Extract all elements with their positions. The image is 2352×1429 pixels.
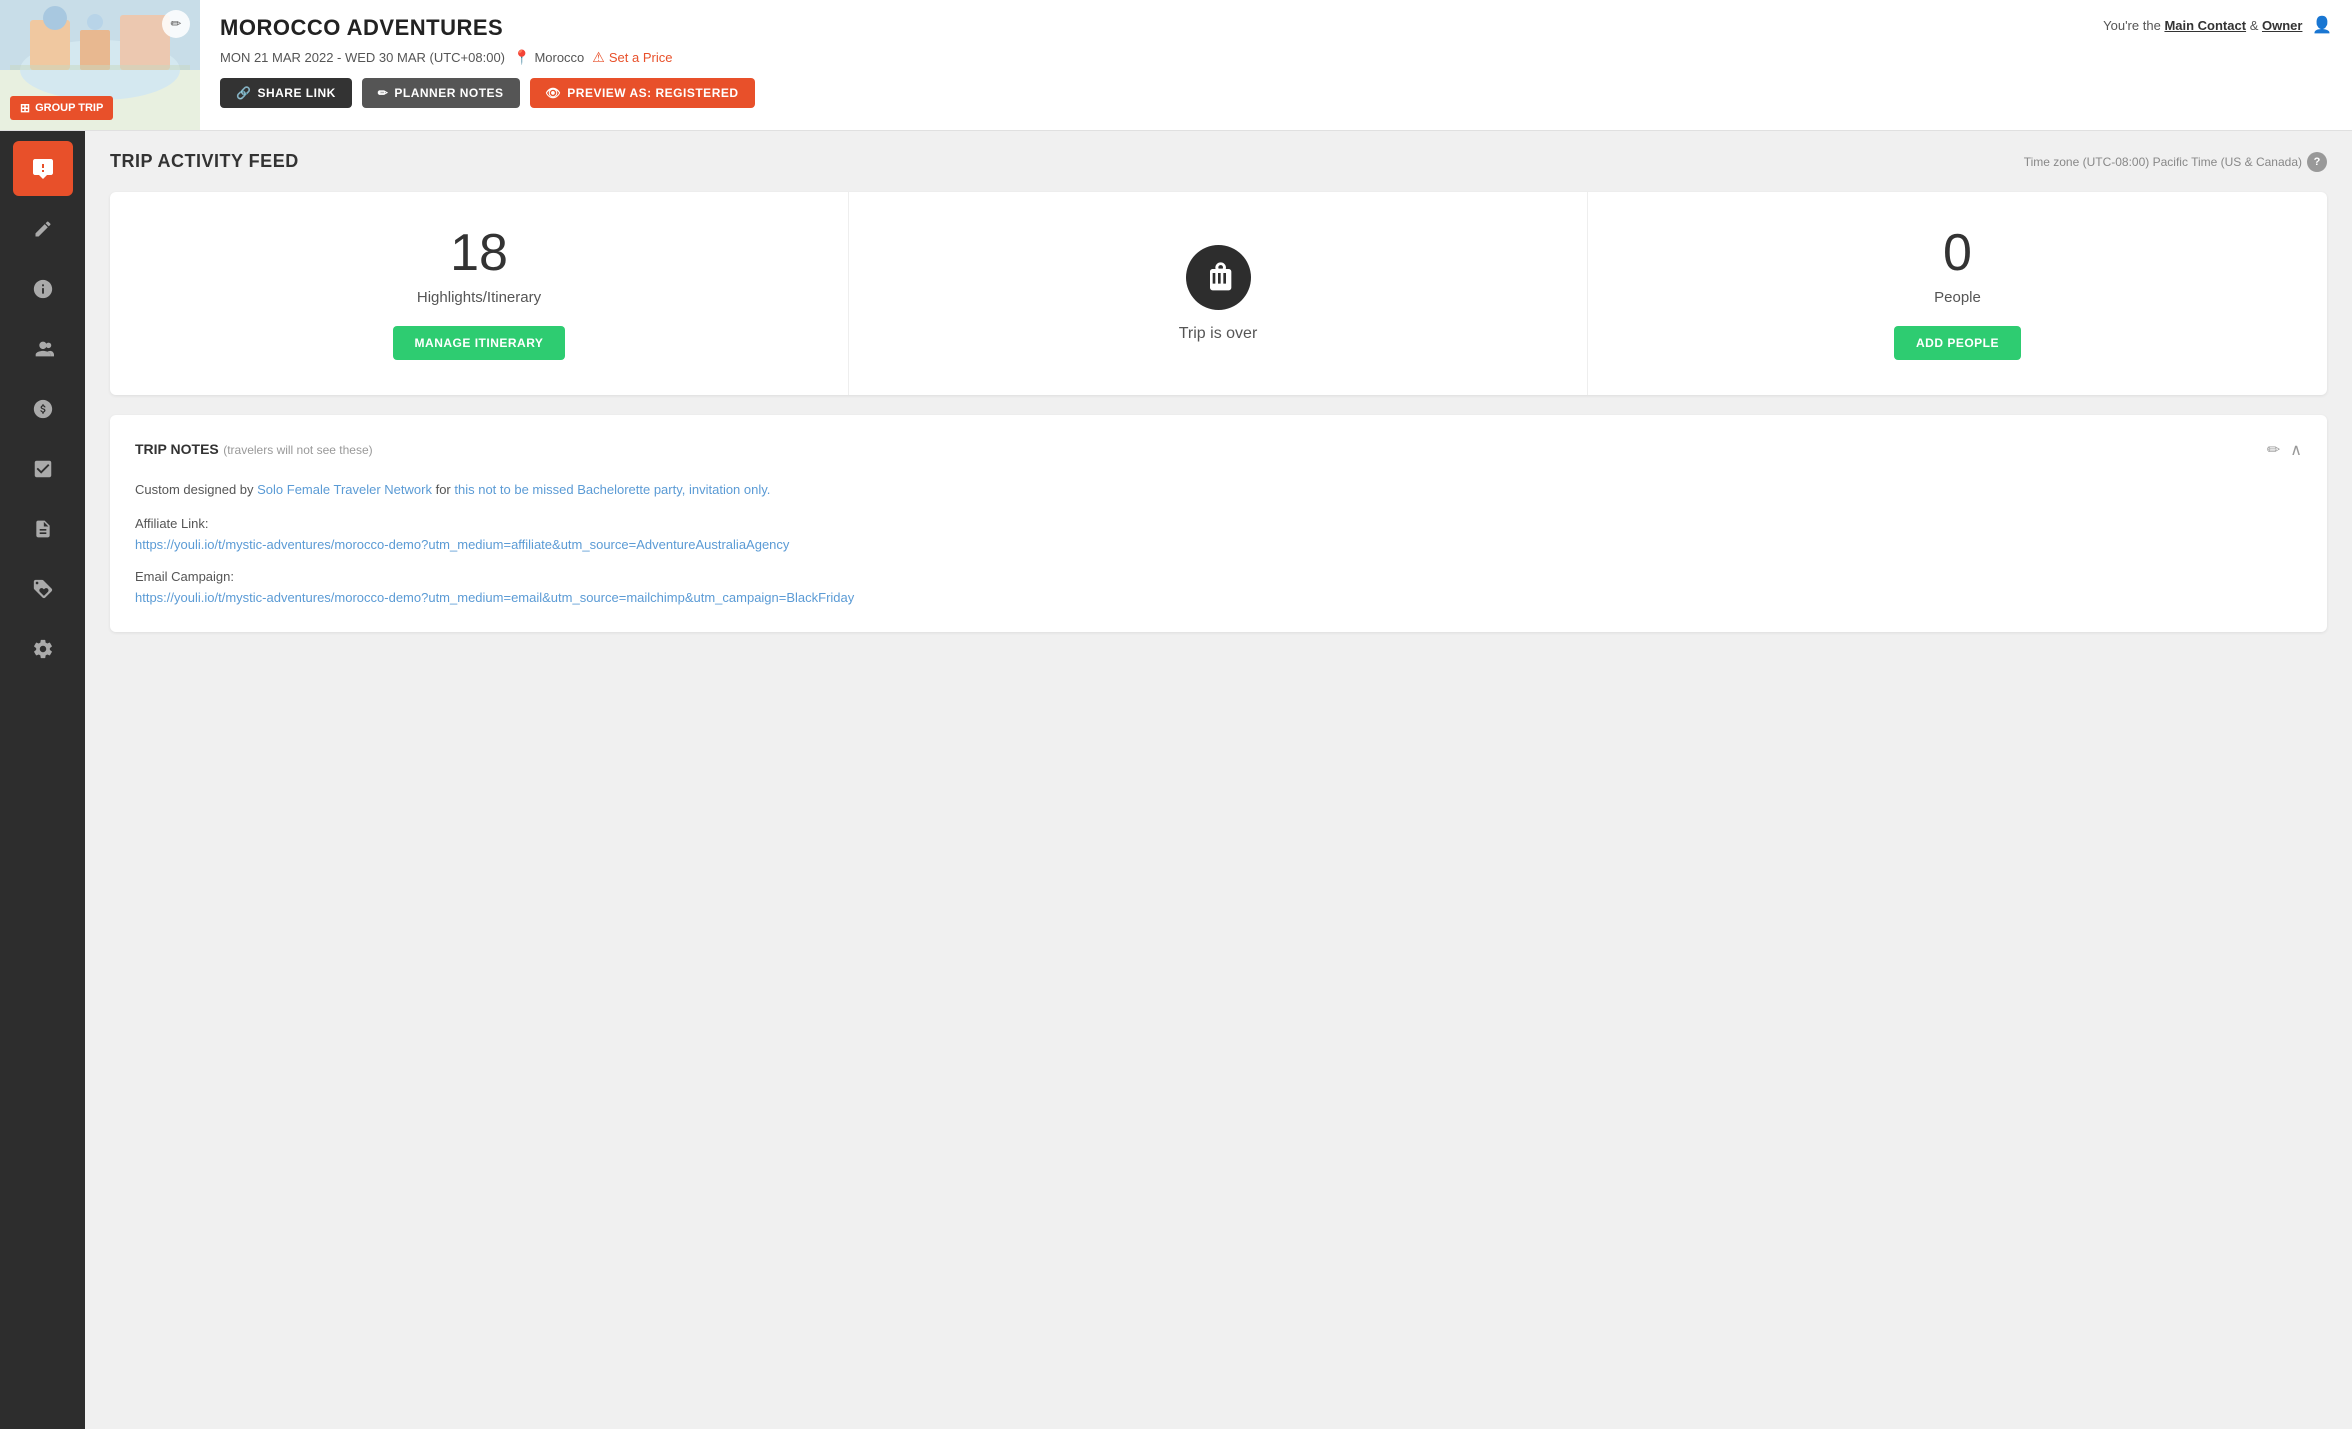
- email-campaign-url-link[interactable]: https://youli.io/t/mystic-adventures/mor…: [135, 590, 854, 605]
- sidebar-item-pricing[interactable]: [13, 381, 73, 436]
- luggage-circle: [1186, 245, 1251, 310]
- people-card: 0 People ADD PEOPLE: [1588, 192, 2327, 395]
- main-content: TRIP ACTIVITY FEED Time zone (UTC-08:00)…: [85, 131, 2352, 1429]
- trip-dates: MON 21 MAR 2022 - WED 30 MAR (UTC+08:00): [220, 50, 505, 65]
- sidebar-item-discount[interactable]: [13, 561, 73, 616]
- trip-notes-edit-button[interactable]: ✏: [2267, 440, 2280, 460]
- trip-notes-title: TRIP NOTES: [135, 441, 219, 457]
- people-count: 0: [1943, 227, 1972, 279]
- owner-link[interactable]: Owner: [2262, 18, 2302, 33]
- manage-itinerary-button[interactable]: MANAGE ITINERARY: [393, 326, 566, 360]
- this-not-link[interactable]: this not to be missed Bachelorette party…: [454, 482, 770, 497]
- page-title: TRIP ACTIVITY FEED: [110, 151, 299, 172]
- sidebar-item-settings[interactable]: [13, 621, 73, 676]
- trip-cover-image: ✏ ⊞ GROUP TRIP: [0, 0, 200, 130]
- documents-icon: [33, 519, 53, 539]
- edit-cover-button[interactable]: ✏: [162, 10, 190, 38]
- email-campaign-label: Email Campaign:: [135, 569, 2302, 584]
- trip-notes-title-area: TRIP NOTES (travelers will not see these…: [135, 441, 373, 459]
- itinerary-label: Highlights/Itinerary: [417, 289, 541, 306]
- sidebar-item-documents[interactable]: [13, 501, 73, 556]
- eye-icon: 👁: [546, 86, 562, 100]
- header-user-info: You're the Main Contact & Owner 👤: [2083, 0, 2352, 50]
- trip-notes-actions: ✏ ∧: [2267, 440, 2302, 460]
- trip-status-label: Trip is over: [1179, 325, 1258, 343]
- pencil-icon: ✏: [378, 86, 389, 100]
- affiliate-link-label: Affiliate Link:: [135, 516, 2302, 531]
- trip-location: 📍 Morocco: [513, 49, 584, 66]
- main-contact-link[interactable]: Main Contact: [2164, 18, 2246, 33]
- itinerary-count: 18: [450, 227, 508, 279]
- sidebar-item-people[interactable]: [13, 321, 73, 376]
- group-trip-label: GROUP TRIP: [35, 102, 103, 114]
- sidebar-item-checklist[interactable]: [13, 441, 73, 496]
- sidebar-item-edit[interactable]: [13, 201, 73, 256]
- content-header: TRIP ACTIVITY FEED Time zone (UTC-08:00)…: [110, 151, 2327, 172]
- help-icon[interactable]: ?: [2307, 152, 2327, 172]
- itinerary-card: 18 Highlights/Itinerary MANAGE ITINERARY: [110, 192, 849, 395]
- trip-notes-subtitle: (travelers will not see these): [223, 443, 372, 457]
- group-trip-icon: ⊞: [20, 101, 30, 115]
- header-actions: 🔗 SHARE LINK ✏ PLANNER NOTES 👁 PREVIEW A…: [220, 78, 2063, 108]
- checklist-icon: [32, 458, 54, 480]
- settings-icon: [32, 638, 54, 660]
- edit-icon: [33, 219, 53, 239]
- pricing-icon: [32, 398, 54, 420]
- trip-title: MOROCCO ADVENTURES: [220, 15, 2063, 41]
- share-link-button[interactable]: 🔗 SHARE LINK: [220, 78, 352, 108]
- discount-icon: [32, 578, 54, 600]
- sidebar-item-info[interactable]: [13, 261, 73, 316]
- affiliate-url-link[interactable]: https://youli.io/t/mystic-adventures/mor…: [135, 537, 789, 552]
- page-header: ✏ ⊞ GROUP TRIP MOROCCO ADVENTURES MON 21…: [0, 0, 2352, 131]
- timezone-info: Time zone (UTC-08:00) Pacific Time (US &…: [2024, 152, 2327, 172]
- timezone-label: Time zone (UTC-08:00) Pacific Time (US &…: [2024, 155, 2302, 169]
- info-icon: [32, 278, 54, 300]
- warning-icon: ⚠: [592, 49, 605, 66]
- trip-info: MOROCCO ADVENTURES MON 21 MAR 2022 - WED…: [200, 0, 2083, 123]
- solo-female-link[interactable]: Solo Female Traveler Network: [257, 482, 432, 497]
- set-price[interactable]: ⚠ Set a Price: [592, 49, 672, 66]
- trip-notes-collapse-button[interactable]: ∧: [2290, 440, 2302, 460]
- sidebar-item-activity-feed[interactable]: [13, 141, 73, 196]
- location-pin-icon: 📍: [513, 49, 530, 66]
- trip-dates-row: MON 21 MAR 2022 - WED 30 MAR (UTC+08:00)…: [220, 49, 2063, 66]
- trip-notes-content: Custom designed by Solo Female Traveler …: [135, 480, 2302, 501]
- people-icon: [32, 338, 54, 360]
- share-icon: 🔗: [236, 86, 251, 100]
- planner-notes-button[interactable]: ✏ PLANNER NOTES: [362, 78, 520, 108]
- activity-feed-icon: [31, 157, 55, 181]
- preview-button[interactable]: 👁 PREVIEW AS: REGISTERED: [530, 78, 755, 108]
- group-trip-badge: ⊞ GROUP TRIP: [10, 96, 113, 120]
- trip-notes-section: TRIP NOTES (travelers will not see these…: [110, 415, 2327, 632]
- sidebar: [0, 131, 85, 1429]
- luggage-icon: [1202, 261, 1234, 293]
- stats-cards: 18 Highlights/Itinerary MANAGE ITINERARY…: [110, 192, 2327, 395]
- people-label: People: [1934, 289, 1981, 306]
- add-people-button[interactable]: ADD PEOPLE: [1894, 326, 2021, 360]
- trip-status-card: Trip is over: [849, 192, 1588, 395]
- main-layout: TRIP ACTIVITY FEED Time zone (UTC-08:00)…: [0, 131, 2352, 1429]
- user-avatar-icon: 👤: [2312, 17, 2332, 34]
- trip-notes-header: TRIP NOTES (travelers will not see these…: [135, 440, 2302, 460]
